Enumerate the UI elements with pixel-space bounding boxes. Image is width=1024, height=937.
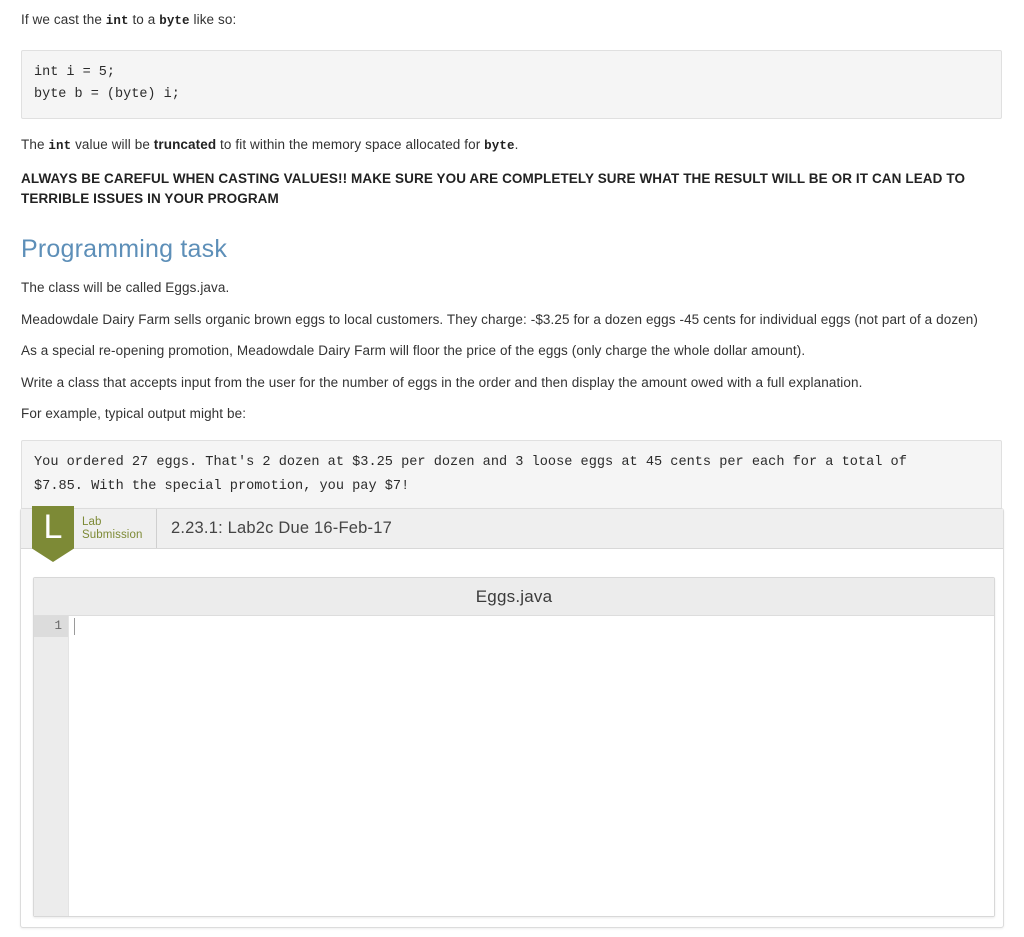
editor-text-area[interactable] (69, 616, 994, 916)
truncated-code-byte: byte (484, 138, 515, 153)
task-paragraph-class-name: The class will be called Eggs.java. (21, 280, 230, 296)
casting-warning: ALWAYS BE CAREFUL WHEN CASTING VALUES!! … (21, 170, 966, 206)
code-line-1: int i = 5; (34, 65, 116, 81)
truncated-emphasis: truncated (153, 136, 217, 152)
truncated-paragraph: The int value will be truncated to fit w… (21, 135, 1002, 155)
lab-submission-header: L Lab Submission 2.23.1: Lab2c Due 16-Fe… (21, 506, 1003, 562)
task-paragraph-pricing: Meadowdale Dairy Farm sells organic brow… (21, 311, 978, 327)
truncated-mid-1: value will be (71, 136, 154, 152)
sample-output-line-1: You ordered 27 eggs. That's 2 dozen at $… (34, 454, 907, 470)
editor-filename: Eggs.java (475, 586, 553, 606)
text-caret (74, 618, 75, 635)
lab-badge-container: L (32, 506, 74, 562)
lab-submission-panel: L Lab Submission 2.23.1: Lab2c Due 16-Fe… (20, 506, 1004, 928)
task-paragraph-requirements: Write a class that accepts input from th… (21, 374, 863, 390)
lesson-page: If we cast the int to a byte like so: in… (0, 0, 1024, 937)
code-editor[interactable]: Eggs.java 1 (33, 577, 995, 917)
truncated-suffix: . (514, 136, 519, 152)
editor-filename-bar: Eggs.java (34, 578, 994, 616)
cast-example-codeblock: int i = 5; byte b = (byte) i; (21, 50, 1002, 119)
editor-line-number: 1 (34, 616, 68, 637)
lab-submission-type: Lab Submission (82, 509, 157, 548)
lab-shield-icon: L (32, 506, 74, 562)
intro-code-byte: byte (159, 14, 190, 28)
lab-badge-letter: L (43, 508, 63, 546)
sample-output-line-2: $7.85. With the special promotion, you p… (34, 478, 410, 494)
intro-suffix: like so: (189, 12, 237, 27)
intro-code-int: int (105, 14, 129, 28)
editor-gutter: 1 (34, 616, 69, 916)
task-paragraph-example-intro: For example, typical output might be: (21, 406, 247, 422)
programming-task-heading: Programming task (21, 235, 228, 264)
code-line-2: byte b = (byte) i; (34, 86, 180, 102)
truncated-prefix: The (21, 136, 49, 152)
lab-assignment-title: 2.23.1: Lab2c Due 16-Feb-17 (171, 519, 392, 537)
intro-mid: to a (128, 12, 160, 27)
truncated-code-int: int (48, 138, 72, 153)
lesson-content: If we cast the int to a byte like so: in… (0, 0, 1024, 511)
intro-paragraph: If we cast the int to a byte like so: (21, 10, 1002, 30)
editor-code-line[interactable] (72, 616, 994, 637)
truncated-mid-2: to fit within the memory space allocated… (216, 136, 485, 152)
editor-body[interactable]: 1 (34, 616, 994, 916)
sample-output-block: You ordered 27 eggs. That's 2 dozen at $… (21, 439, 1002, 511)
lab-type-line-2: Submission (82, 528, 143, 541)
lab-type-line-1: Lab (82, 515, 102, 528)
intro-prefix: If we cast the (21, 12, 106, 27)
task-paragraph-promotion: As a special re-opening promotion, Meado… (21, 343, 806, 359)
